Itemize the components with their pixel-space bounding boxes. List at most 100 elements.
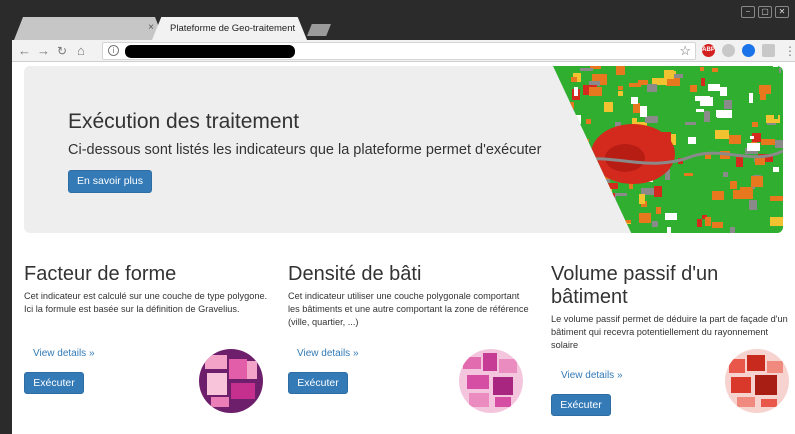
map-block xyxy=(577,143,585,146)
browser-toolbar: ← → ↻ ⌂ i ☆ ABP ⋮ xyxy=(12,40,795,62)
map-block xyxy=(586,119,591,124)
extension-icon[interactable] xyxy=(762,44,775,57)
map-block xyxy=(587,181,599,189)
map-block xyxy=(770,196,783,201)
map-block xyxy=(688,137,696,144)
maximize-icon[interactable]: ▢ xyxy=(758,6,772,18)
forward-icon[interactable]: → xyxy=(37,43,50,59)
execute-button[interactable]: Exécuter xyxy=(288,372,348,394)
map-block xyxy=(618,91,623,96)
map-block xyxy=(585,224,589,233)
home-icon[interactable]: ⌂ xyxy=(77,43,85,59)
map-block xyxy=(557,153,570,163)
map-block xyxy=(759,85,771,94)
view-details-link[interactable]: View details » xyxy=(561,370,623,381)
map-block xyxy=(750,136,754,139)
reload-icon[interactable]: ↻ xyxy=(57,43,67,59)
minimize-icon[interactable]: ⎯ xyxy=(741,6,755,18)
menu-icon[interactable]: ⋮ xyxy=(784,43,795,59)
close-icon[interactable]: × xyxy=(148,22,154,33)
execute-button[interactable]: Exécuter xyxy=(551,394,611,416)
map-block xyxy=(581,184,595,187)
address-bar[interactable]: i ☆ xyxy=(102,42,696,60)
execute-button[interactable]: Exécuter xyxy=(24,372,84,394)
map-block xyxy=(674,74,683,78)
map-block xyxy=(749,200,757,210)
map-block xyxy=(723,172,728,177)
passive-volume-map-thumbnail xyxy=(725,349,789,413)
map-block xyxy=(684,191,699,202)
map-block xyxy=(589,87,602,96)
map-block xyxy=(559,147,568,154)
map-block xyxy=(576,139,589,142)
extension-icon[interactable] xyxy=(742,44,755,57)
indicator-title: Densité de bâti xyxy=(288,263,422,285)
map-block xyxy=(584,188,592,191)
map-block xyxy=(685,122,696,125)
map-block xyxy=(704,111,710,122)
map-block xyxy=(670,102,675,112)
close-window-icon[interactable]: ✕ xyxy=(775,6,789,18)
back-icon[interactable]: ← xyxy=(18,43,31,59)
map-block xyxy=(576,131,582,137)
map-block xyxy=(664,70,674,79)
map-block xyxy=(697,219,702,227)
indicator-card: Densité de bâti Cet indicateur utiliser … xyxy=(288,263,533,329)
map-block xyxy=(688,70,699,74)
map-block xyxy=(773,167,779,172)
indicator-card: Facteur de forme Cet indicateur est calc… xyxy=(24,263,269,316)
tab-active[interactable]: Plateforme de Geo-traitement xyxy=(152,17,307,40)
map-block xyxy=(647,84,657,92)
map-block xyxy=(684,173,693,176)
map-block xyxy=(775,140,783,148)
map-block xyxy=(744,210,757,219)
map-block xyxy=(712,68,718,72)
map-block xyxy=(770,67,779,74)
map-block xyxy=(574,87,578,96)
map-block xyxy=(774,109,778,119)
window-frame xyxy=(0,0,12,434)
map-block xyxy=(695,96,710,101)
map-block xyxy=(594,202,601,211)
learn-more-button[interactable]: En savoir plus xyxy=(68,170,152,193)
map-block xyxy=(565,107,574,114)
extension-icon[interactable] xyxy=(722,44,735,57)
map-block xyxy=(603,193,615,197)
map-block xyxy=(705,217,711,226)
indicator-title: Facteur de forme xyxy=(24,263,177,285)
map-block xyxy=(563,190,572,195)
map-block xyxy=(592,175,599,185)
map-block xyxy=(604,201,610,204)
map-block xyxy=(720,87,727,96)
map-block xyxy=(641,188,654,195)
map-block xyxy=(575,192,590,198)
map-block xyxy=(665,213,677,220)
map-block xyxy=(607,183,618,189)
indicator-description: Cet indicateur utiliser une couche polyg… xyxy=(288,291,529,327)
map-block xyxy=(760,93,766,100)
map-block xyxy=(639,194,645,204)
map-block xyxy=(571,77,577,82)
map-block xyxy=(752,122,758,127)
view-details-link[interactable]: View details » xyxy=(33,348,95,359)
map-block xyxy=(618,86,623,90)
shape-factor-map-thumbnail xyxy=(199,349,263,413)
map-block xyxy=(712,222,723,228)
view-details-link[interactable]: View details » xyxy=(297,348,359,359)
map-block xyxy=(580,68,593,71)
map-block xyxy=(556,87,563,94)
bookmark-star-icon[interactable]: ☆ xyxy=(679,43,691,59)
map-block xyxy=(629,83,641,87)
map-block xyxy=(775,173,780,182)
map-block xyxy=(724,100,732,109)
map-block xyxy=(667,227,671,233)
map-block xyxy=(733,190,746,199)
adblock-icon[interactable]: ABP xyxy=(702,44,715,57)
indicator-description: Cet indicateur est calculé sur une couch… xyxy=(24,291,268,314)
tab-title: Plateforme de Geo-traitement xyxy=(170,23,296,34)
map-block xyxy=(631,97,638,104)
info-icon[interactable]: i xyxy=(108,45,119,56)
map-block xyxy=(736,157,743,167)
map-block xyxy=(616,66,625,75)
tab-inactive[interactable]: × xyxy=(14,17,164,40)
